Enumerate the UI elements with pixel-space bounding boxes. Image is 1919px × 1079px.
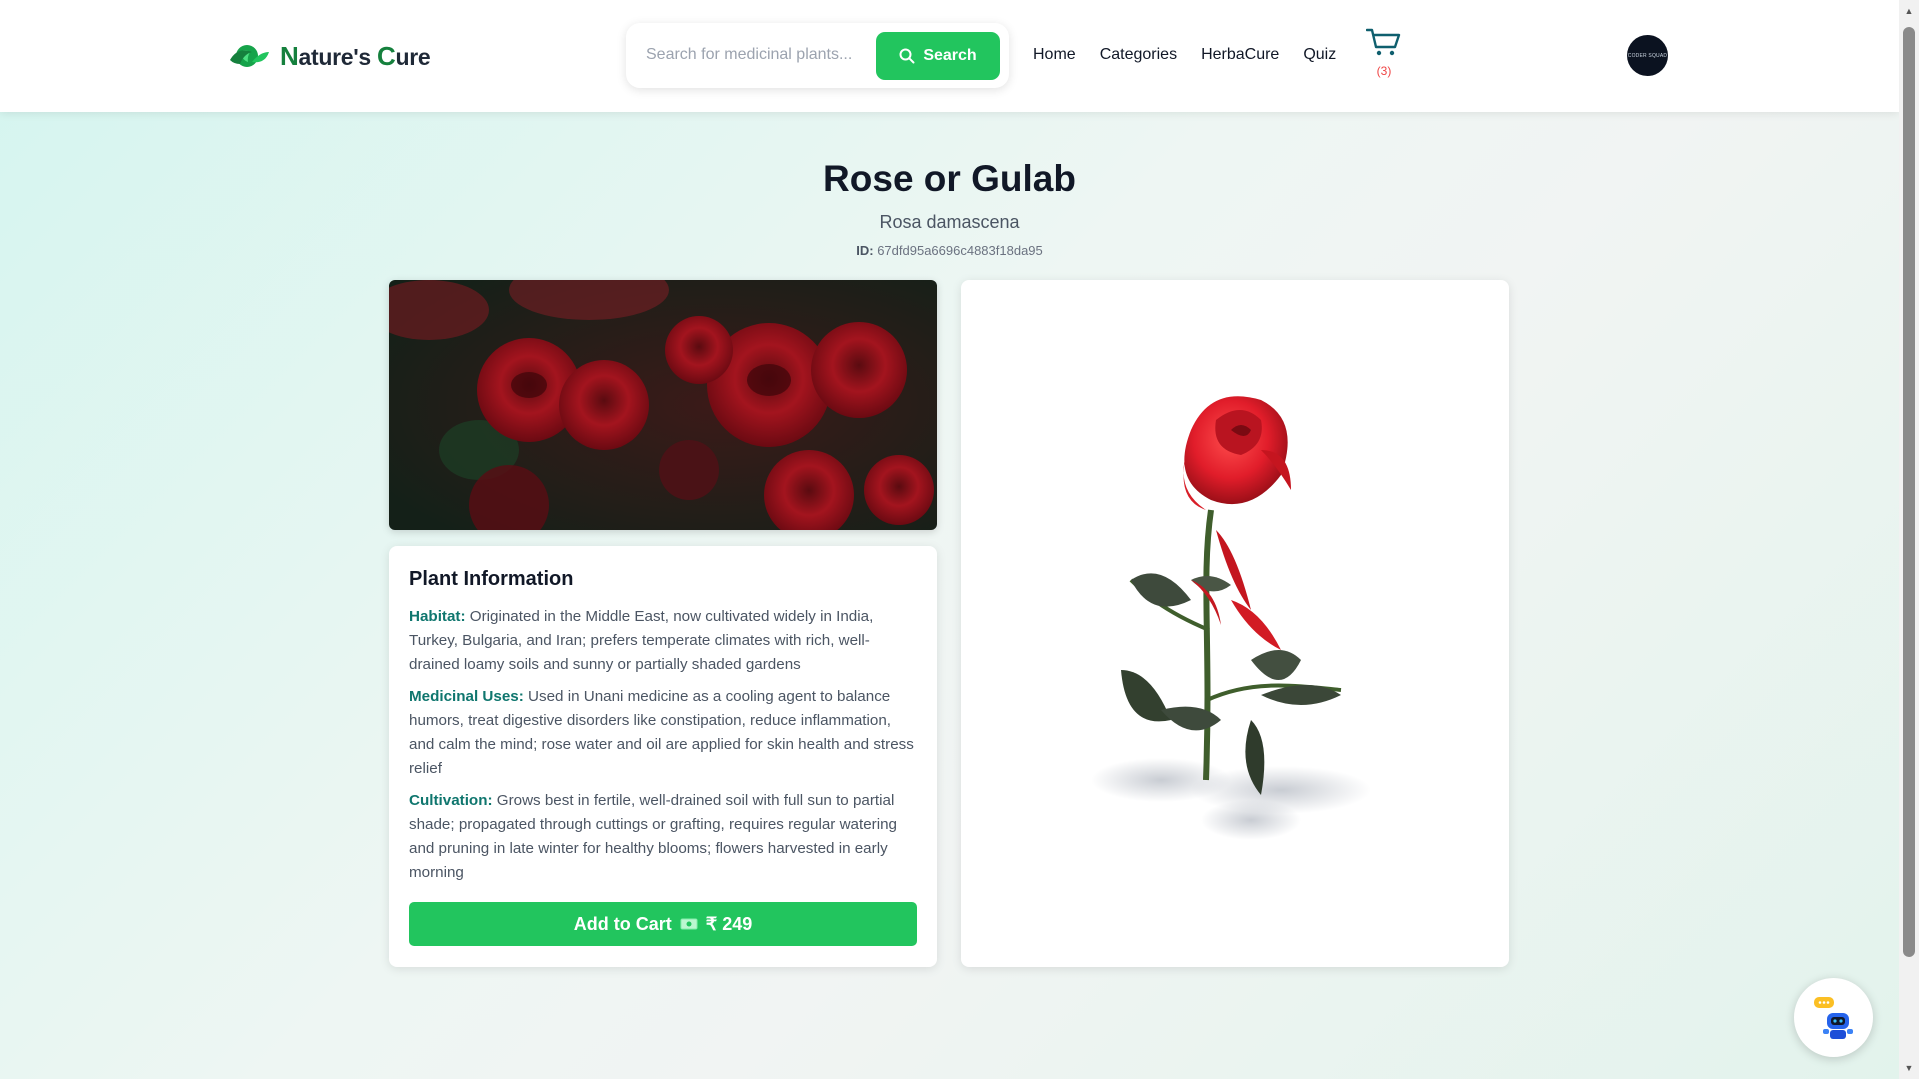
search-icon [899, 48, 915, 64]
search-button-label: Search [923, 47, 977, 64]
search-input[interactable] [636, 35, 866, 75]
cultivation-section: Cultivation: Grows best in fertile, well… [409, 789, 917, 885]
search-button[interactable]: Search [876, 32, 1000, 80]
site-name: Nature's Cure [280, 40, 431, 71]
scrollbar-thumb[interactable] [1903, 27, 1915, 957]
habitat-section: Habitat: Originated in the Middle East, … [409, 605, 917, 677]
search-bar: Search [626, 23, 1009, 88]
rose-bush-image [389, 280, 937, 530]
page-title: Rose or Gulab [823, 158, 1076, 199]
plant-header: Rose or Gulab Rosa damascena ID: 67dfd95… [0, 158, 1899, 258]
scroll-down-arrow-icon[interactable]: ▼ [1903, 1063, 1915, 1073]
cart-button[interactable]: (3) [1364, 27, 1404, 78]
scroll-up-arrow-icon[interactable]: ▲ [1903, 6, 1915, 16]
cart-count-badge: (3) [1376, 64, 1392, 78]
nav-categories[interactable]: Categories [1100, 46, 1177, 64]
nav-herbacure[interactable]: HerbaCure [1201, 46, 1279, 64]
leaf-globe-icon [230, 45, 269, 67]
scientific-name: Rosa damascena [879, 212, 1020, 232]
nav-quiz[interactable]: Quiz [1303, 46, 1336, 64]
rose-3d-model [1091, 396, 1371, 840]
cultivation-label: Cultivation: [409, 792, 493, 809]
cart-icon [1365, 28, 1401, 56]
add-to-cart-label: Add to Cart [573, 913, 672, 934]
plant-info-card: Plant Information Habitat: Originated in… [389, 546, 937, 967]
top-navbar: Nature's Cure Search Home Categories Her… [0, 0, 1899, 112]
main-nav: Home Categories HerbaCure Quiz [1033, 46, 1360, 64]
site-logo[interactable]: Nature's Cure [228, 40, 431, 72]
money-icon [680, 918, 698, 930]
chatbot-button[interactable] [1794, 978, 1873, 1057]
habitat-label: Habitat: [409, 608, 466, 625]
avatar-label: CODER SQUAD [1627, 52, 1668, 59]
price-label: ₹ 249 [705, 913, 753, 934]
add-to-cart-button[interactable]: Add to Cart ₹ 249 [409, 902, 917, 946]
medicinal-uses-label: Medicinal Uses: [409, 688, 524, 705]
medicinal-uses-section: Medicinal Uses: Used in Unani medicine a… [409, 685, 917, 781]
robot-chat-icon [1813, 996, 1853, 1039]
plant-id: ID: 67dfd95a6696c4883f18da95 [0, 243, 1899, 258]
plant-3d-viewer[interactable] [961, 280, 1509, 967]
page-scrollbar[interactable]: ▲ ▼ [1899, 0, 1919, 1079]
plant-id-value: 67dfd95a6696c4883f18da95 [877, 243, 1043, 258]
nav-home[interactable]: Home [1033, 46, 1076, 64]
plant-id-label: ID: [856, 243, 874, 258]
plant-photo [389, 280, 937, 530]
user-avatar[interactable]: CODER SQUAD [1627, 35, 1668, 76]
habitat-text: Originated in the Middle East, now culti… [409, 608, 874, 673]
info-heading: Plant Information [409, 568, 574, 590]
